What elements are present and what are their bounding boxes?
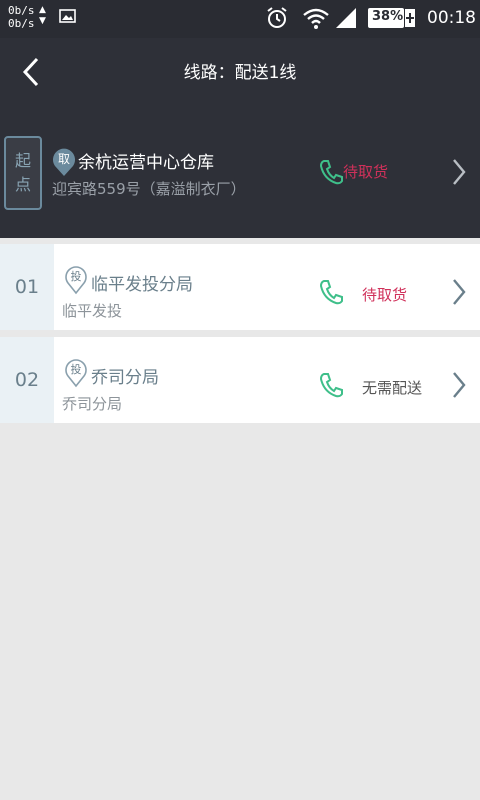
start-point-row[interactable]: 起 点 取 余杭运营中心仓库 迎宾路559号（嘉溢制衣厂） 待取货: [0, 136, 480, 210]
start-name: 余杭运营中心仓库: [78, 153, 214, 173]
delivery-pin-icon: 投: [65, 359, 87, 388]
start-badge: 起 点: [4, 136, 42, 210]
pickup-pin-icon: 取: [53, 148, 75, 176]
start-address: 迎宾路559号（嘉溢制衣厂）: [52, 180, 246, 198]
battery-level: 38%: [372, 9, 404, 24]
page-title: 线路：配送1线: [183, 63, 297, 83]
pickup-pin-label: 取: [58, 152, 70, 166]
stop-subtitle: 乔司分局: [62, 395, 123, 413]
list-item[interactable]: 01 投 临平发投分局 临平发投 待取货: [0, 244, 480, 330]
delivery-pin-label: 投: [71, 269, 82, 283]
delivery-pin-icon: 投: [65, 266, 87, 295]
alarm-icon: [267, 7, 287, 28]
status-bar: 0b/s 0b/s ▲ ▼ 38% 00:18: [0, 0, 480, 38]
start-badge-line2: 点: [14, 175, 31, 194]
list-item[interactable]: 02 投 乔司分局 乔司分局 无需配送: [0, 337, 480, 423]
phone-icon[interactable]: [318, 158, 344, 186]
stop-index: 01: [0, 244, 54, 330]
start-status: 待取货: [343, 163, 389, 181]
stop-status: 待取货: [362, 286, 408, 304]
net-down-speed: 0b/s: [8, 17, 35, 30]
wifi-icon: [303, 8, 329, 29]
phone-icon[interactable]: [318, 278, 344, 306]
signal-icon: [336, 8, 356, 28]
stop-name: 乔司分局: [91, 368, 159, 388]
chevron-right-icon[interactable]: [451, 371, 467, 399]
start-badge-line1: 起: [14, 151, 31, 170]
clock: 00:18: [427, 8, 476, 28]
stop-index: 02: [0, 337, 54, 423]
gallery-icon: [59, 9, 76, 23]
net-arrows-icon: ▲ ▼: [39, 5, 46, 26]
chevron-right-icon[interactable]: [451, 158, 467, 186]
delivery-pin-label: 投: [71, 362, 82, 376]
network-speed: 0b/s 0b/s: [8, 4, 35, 30]
chevron-right-icon[interactable]: [451, 278, 467, 306]
phone-icon[interactable]: [318, 371, 344, 399]
header: 线路：配送1线 起 点 取 余杭运营中心仓库 迎宾路559号（嘉溢制衣厂） 待取…: [0, 38, 480, 238]
net-up-speed: 0b/s: [8, 4, 35, 17]
stop-name: 临平发投分局: [91, 275, 193, 295]
stop-status: 无需配送: [362, 379, 423, 397]
stop-subtitle: 临平发投: [62, 302, 123, 320]
